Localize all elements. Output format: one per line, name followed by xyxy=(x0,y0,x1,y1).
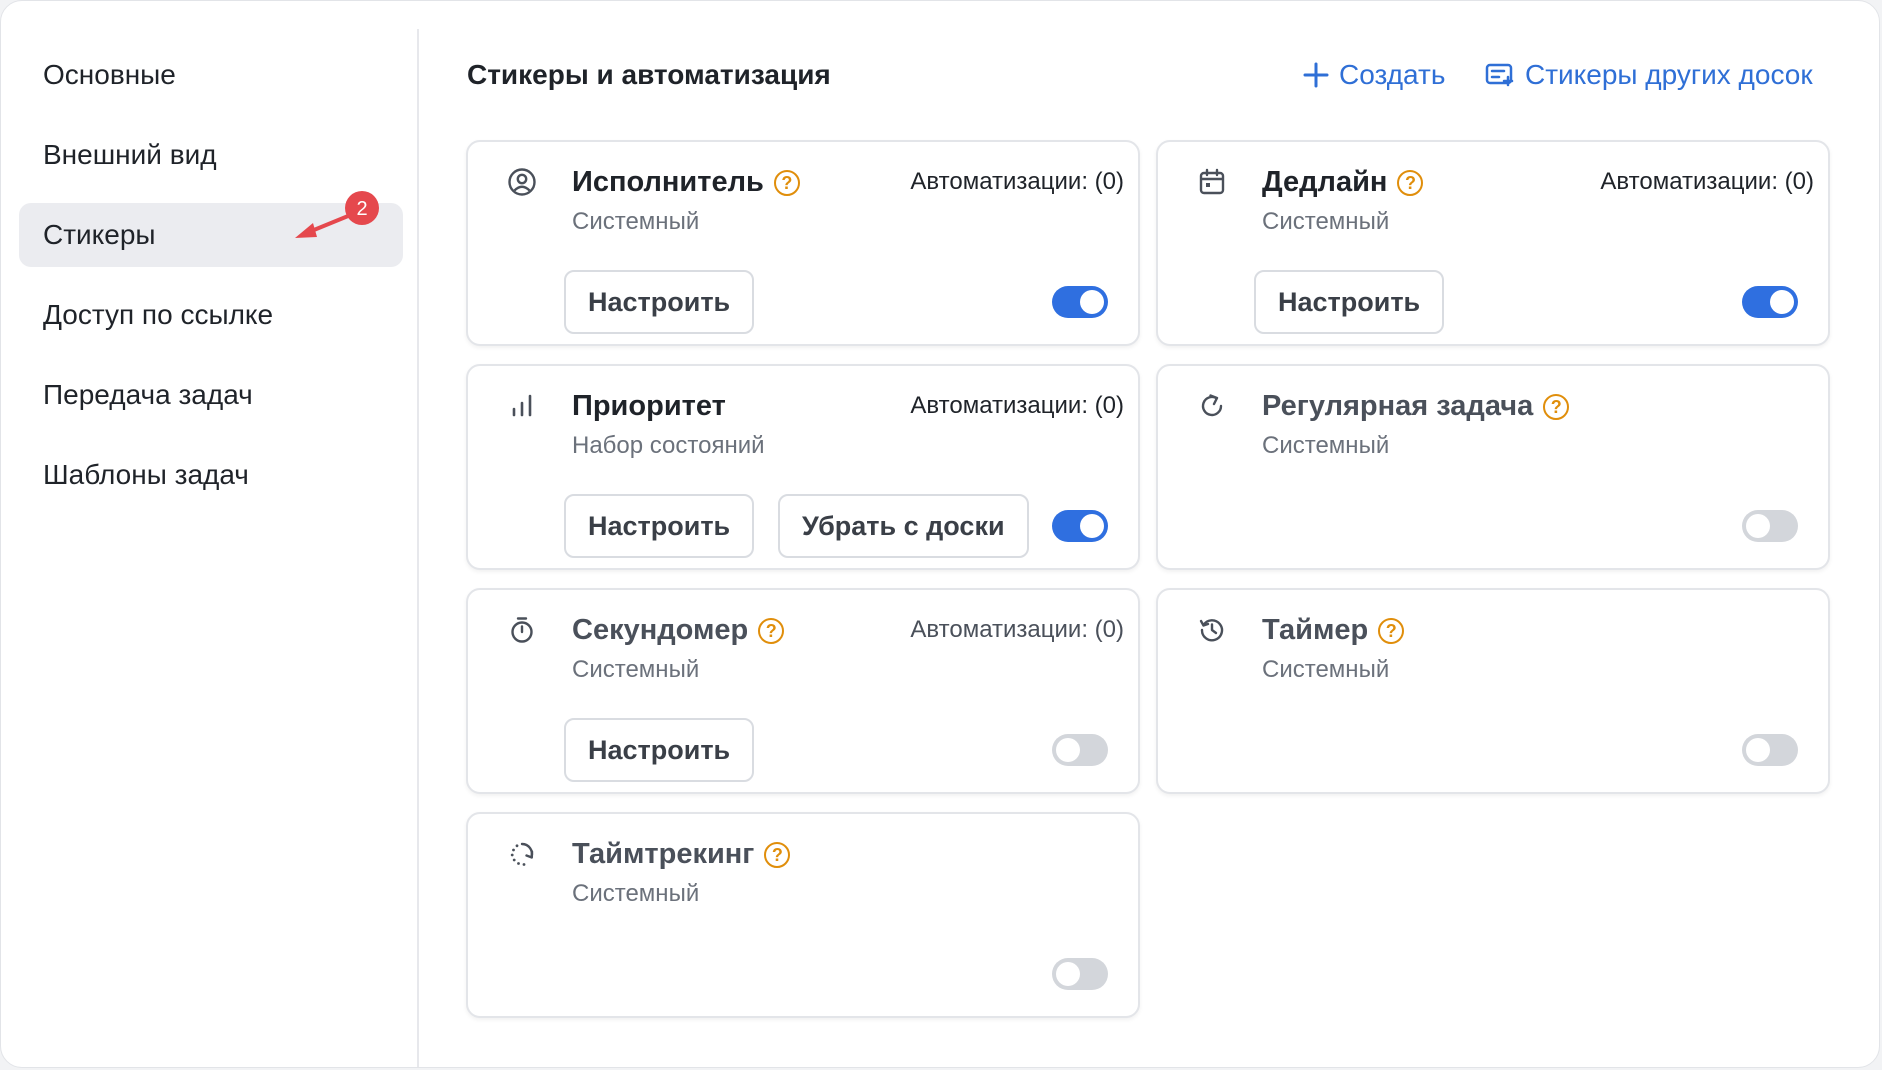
sticker-card-priority: Приоритет Набор состояний Автоматизации:… xyxy=(466,364,1140,570)
sidebar-item-label: Стикеры xyxy=(43,219,156,250)
automations-count[interactable]: Автоматизации: (0) xyxy=(910,168,1124,196)
sidebar-item-label: Основные xyxy=(43,59,176,90)
sticker-card-deadline: Дедлайн? Системный Автоматизации: (0) На… xyxy=(1156,140,1830,346)
automations-count[interactable]: Автоматизации: (0) xyxy=(1600,168,1814,196)
sticker-card-assignee: Исполнитель? Системный Автоматизации: (0… xyxy=(466,140,1140,346)
sidebar-item-link-access[interactable]: Доступ по ссылке xyxy=(19,283,403,347)
sidebar-item-stickers[interactable]: Стикеры xyxy=(19,203,403,267)
remove-from-board-button[interactable]: Убрать с доски xyxy=(778,494,1029,558)
plus-icon xyxy=(1303,62,1329,88)
sticker-title: Исполнитель xyxy=(572,166,764,198)
sticker-title: Приоритет xyxy=(572,390,726,422)
page-title: Стикеры и автоматизация xyxy=(467,59,831,90)
sticker-title: Таймер xyxy=(1262,614,1369,646)
sidebar-item-task-transfer[interactable]: Передача задач xyxy=(19,363,403,427)
sidebar-item-main[interactable]: Основные xyxy=(19,43,403,107)
toggle-knob xyxy=(1080,290,1104,314)
sticker-toggle[interactable] xyxy=(1052,734,1108,766)
toggle-knob xyxy=(1080,514,1104,538)
sticker-card-timer: Таймер? Системный xyxy=(1156,588,1830,794)
sidebar-item-label: Доступ по ссылке xyxy=(43,299,274,330)
sticker-subtitle: Набор состояний xyxy=(572,432,765,459)
toggle-knob xyxy=(1746,514,1770,538)
sticker-title: Таймтрекинг xyxy=(572,838,755,870)
sticker-subtitle: Системный xyxy=(1262,208,1390,235)
other-boards-stickers-button[interactable]: Стикеры других досок xyxy=(1485,59,1813,91)
history-clock-icon xyxy=(1196,614,1228,646)
toggle-knob xyxy=(1056,738,1080,762)
sidebar-item-label: Шаблоны задач xyxy=(43,459,249,490)
sticker-card-time-tracking: Таймтрекинг? Системный xyxy=(466,812,1140,1018)
sticker-subtitle: Системный xyxy=(572,880,700,907)
help-icon[interactable]: ? xyxy=(1543,393,1570,420)
sticker-title: Секундомер xyxy=(572,614,749,646)
help-icon[interactable]: ? xyxy=(758,617,785,644)
sticker-toggle[interactable] xyxy=(1052,958,1108,990)
sidebar-item-label: Передача задач xyxy=(43,379,253,410)
configure-button[interactable]: Настроить xyxy=(564,270,755,334)
stopwatch-icon xyxy=(506,614,538,646)
sticker-toggle[interactable] xyxy=(1742,286,1798,318)
sidebar-item-task-templates[interactable]: Шаблоны задач xyxy=(19,443,403,507)
stickers-list-icon xyxy=(1485,63,1514,87)
toggle-knob xyxy=(1056,962,1080,986)
configure-button[interactable]: Настроить xyxy=(564,494,755,558)
calendar-icon xyxy=(1196,166,1228,198)
create-button[interactable]: Создать xyxy=(1303,59,1445,91)
settings-window: Основные Внешний вид Стикеры Доступ по с… xyxy=(0,0,1880,1068)
help-icon[interactable]: ? xyxy=(773,169,800,196)
bar-chart-icon xyxy=(506,390,538,422)
user-circle-icon xyxy=(506,166,538,198)
configure-button[interactable]: Настроить xyxy=(1254,270,1445,334)
configure-button[interactable]: Настроить xyxy=(564,718,755,782)
repeat-icon xyxy=(1196,390,1228,422)
help-icon[interactable]: ? xyxy=(1397,169,1424,196)
sidebar-item-label: Внешний вид xyxy=(43,139,217,170)
help-icon[interactable]: ? xyxy=(764,841,791,868)
time-tracking-icon xyxy=(506,838,538,870)
other-boards-label: Стикеры других досок xyxy=(1525,59,1813,90)
sticker-toggle[interactable] xyxy=(1742,510,1798,542)
settings-sidebar: Основные Внешний вид Стикеры Доступ по с… xyxy=(1,29,419,1067)
sticker-toggle[interactable] xyxy=(1052,510,1108,542)
sticker-subtitle: Системный xyxy=(572,208,700,235)
sticker-toggle[interactable] xyxy=(1052,286,1108,318)
sticker-title: Дедлайн xyxy=(1262,166,1388,198)
sticker-card-recurring-task: Регулярная задача? Системный xyxy=(1156,364,1830,570)
help-icon[interactable]: ? xyxy=(1378,617,1405,644)
sticker-subtitle: Системный xyxy=(1262,656,1390,683)
sticker-subtitle: Системный xyxy=(1262,432,1390,459)
toggle-knob xyxy=(1770,290,1794,314)
create-label: Создать xyxy=(1339,59,1446,90)
sticker-subtitle: Системный xyxy=(572,656,700,683)
automations-count[interactable]: Автоматизации: (0) xyxy=(910,616,1124,644)
sticker-card-stopwatch: Секундомер? Системный Автоматизации: (0)… xyxy=(466,588,1140,794)
sidebar-item-appearance[interactable]: Внешний вид xyxy=(19,123,403,187)
toggle-knob xyxy=(1746,738,1770,762)
automations-count[interactable]: Автоматизации: (0) xyxy=(910,392,1124,420)
sticker-toggle[interactable] xyxy=(1742,734,1798,766)
sticker-title: Регулярная задача xyxy=(1262,390,1534,422)
